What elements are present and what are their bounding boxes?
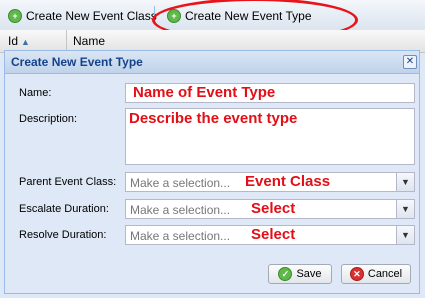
cancel-button[interactable]: ✕ Cancel [341,264,411,284]
dialog-header: Create New Event Type ✕ [5,51,419,74]
description-label: Description: [19,113,78,125]
chevron-down-icon[interactable]: ▼ [396,226,414,244]
name-annotation: Name of Event Type [133,84,276,101]
parent-event-class-label: Parent Event Class: [19,176,117,188]
create-event-class-button[interactable]: + Create New Event Class [8,7,157,25]
combo-placeholder: Make a selection... [130,229,231,243]
resolve-duration-label: Resolve Duration: [19,229,107,241]
combo-placeholder: Make a selection... [130,176,231,190]
column-header-name[interactable]: Name [73,34,105,48]
save-label: Save [296,268,322,280]
escalate-duration-annotation: Select [251,200,296,217]
add-icon: + [8,9,22,23]
dialog-title: Create New Event Type [11,55,143,69]
cancel-label: Cancel [367,268,403,280]
description-annotation: Describe the event type [129,110,298,127]
close-icon[interactable]: ✕ [403,55,417,69]
parent-event-class-annotation: Event Class [245,173,331,190]
create-event-class-label: Create New Event Class [26,9,157,23]
column-header-id[interactable]: Id ▲ [8,34,30,48]
name-label: Name: [19,87,52,99]
chevron-down-icon[interactable]: ▼ [396,200,414,218]
resolve-duration-annotation: Select [251,226,296,243]
save-button[interactable]: ✓ Save [268,264,332,284]
column-divider [66,30,67,52]
cancel-icon: ✕ [349,267,364,281]
chevron-down-icon[interactable]: ▼ [396,173,414,191]
check-icon: ✓ [278,267,293,281]
toolbar: + Create New Event Class + Create New Ev… [0,0,425,42]
create-event-type-dialog: Create New Event Type ✕ Name: Name of Ev… [4,50,420,294]
escalate-duration-label: Escalate Duration: [19,203,109,215]
sort-ascending-icon: ▲ [21,37,30,47]
combo-placeholder: Make a selection... [130,203,231,217]
